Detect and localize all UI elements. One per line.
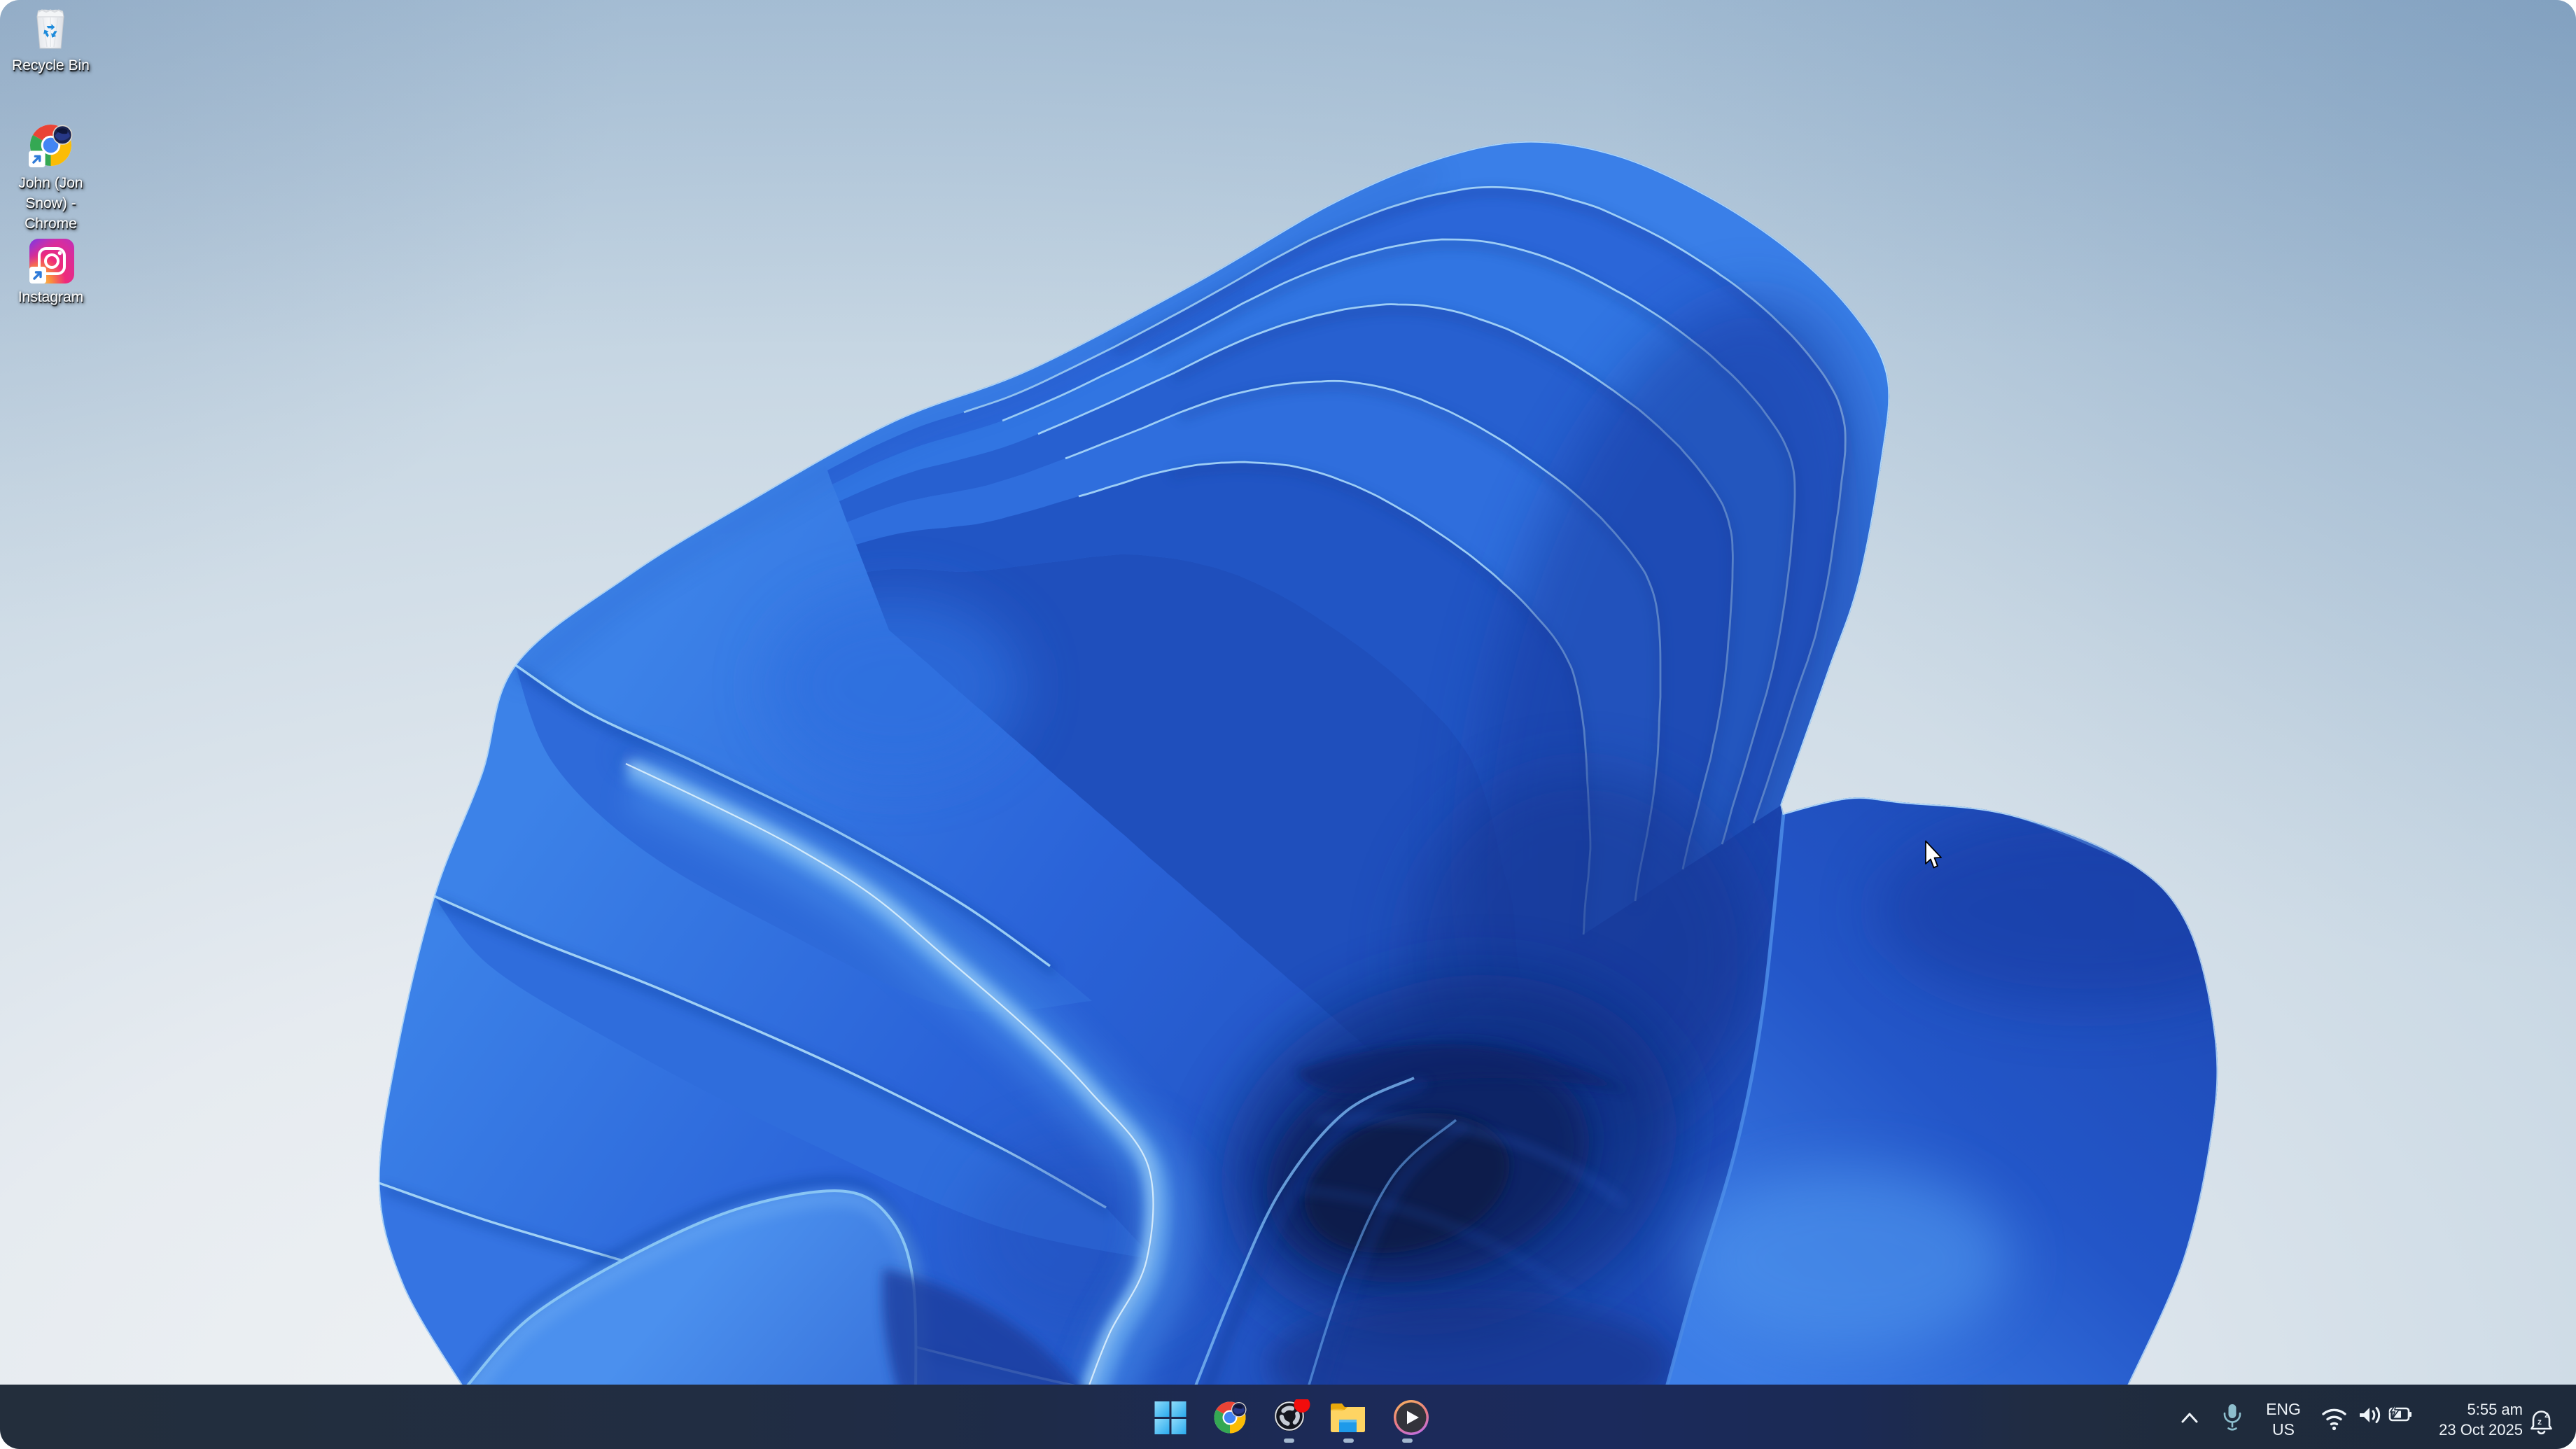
svg-text:z: z (2544, 1410, 2549, 1420)
svg-text:z: z (2538, 1417, 2542, 1427)
svg-text:ENG: ENG (2266, 1400, 2301, 1418)
svg-text:US: US (2272, 1420, 2295, 1438)
